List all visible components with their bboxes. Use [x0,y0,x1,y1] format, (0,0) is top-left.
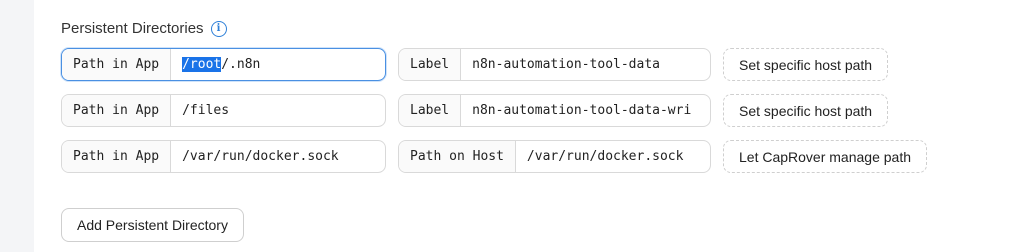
label-addon: Label [399,49,462,80]
path-on-host-input[interactable]: /var/run/docker.sock [516,141,710,172]
path-on-host-group: Path on Host /var/run/docker.sock [398,140,711,173]
path-in-app-input[interactable]: /files [171,95,385,126]
label-group: Label n8n-automation-tool-data [398,48,711,81]
info-icon[interactable]: i [210,20,227,37]
set-host-path-button[interactable]: Set specific host path [723,48,889,81]
label-group: Label n8n-automation-tool-data-wri [398,94,711,127]
unselected-text: /.n8n [221,57,261,72]
set-host-path-button[interactable]: Set specific host path [723,94,889,127]
path-in-app-input[interactable]: /root/.n8n [171,49,385,80]
label-input[interactable]: n8n-automation-tool-data [461,49,710,80]
path-on-host-label: Path on Host [399,141,516,172]
path-in-app-label: Path in App [62,141,172,172]
let-caprover-manage-button[interactable]: Let CapRover manage path [723,140,927,173]
path-in-app-group: Path in App /var/run/docker.sock [61,140,386,173]
add-persistent-directory-button[interactable]: Add Persistent Directory [61,208,244,242]
path-in-app-group: Path in App /files [61,94,386,127]
section-header: Persistent Directories i [61,20,227,37]
path-in-app-input[interactable]: /var/run/docker.sock [171,141,385,172]
path-in-app-label: Path in App [62,49,172,80]
persistent-directories-panel: Persistent Directories i Path in App /ro… [34,0,1035,252]
path-in-app-group: Path in App /root/.n8n [61,48,386,81]
label-input[interactable]: n8n-automation-tool-data-wri [461,95,710,126]
section-title: Persistent Directories [61,20,204,37]
label-addon: Label [399,95,462,126]
path-in-app-label: Path in App [62,95,172,126]
selected-text: /root [182,57,222,72]
